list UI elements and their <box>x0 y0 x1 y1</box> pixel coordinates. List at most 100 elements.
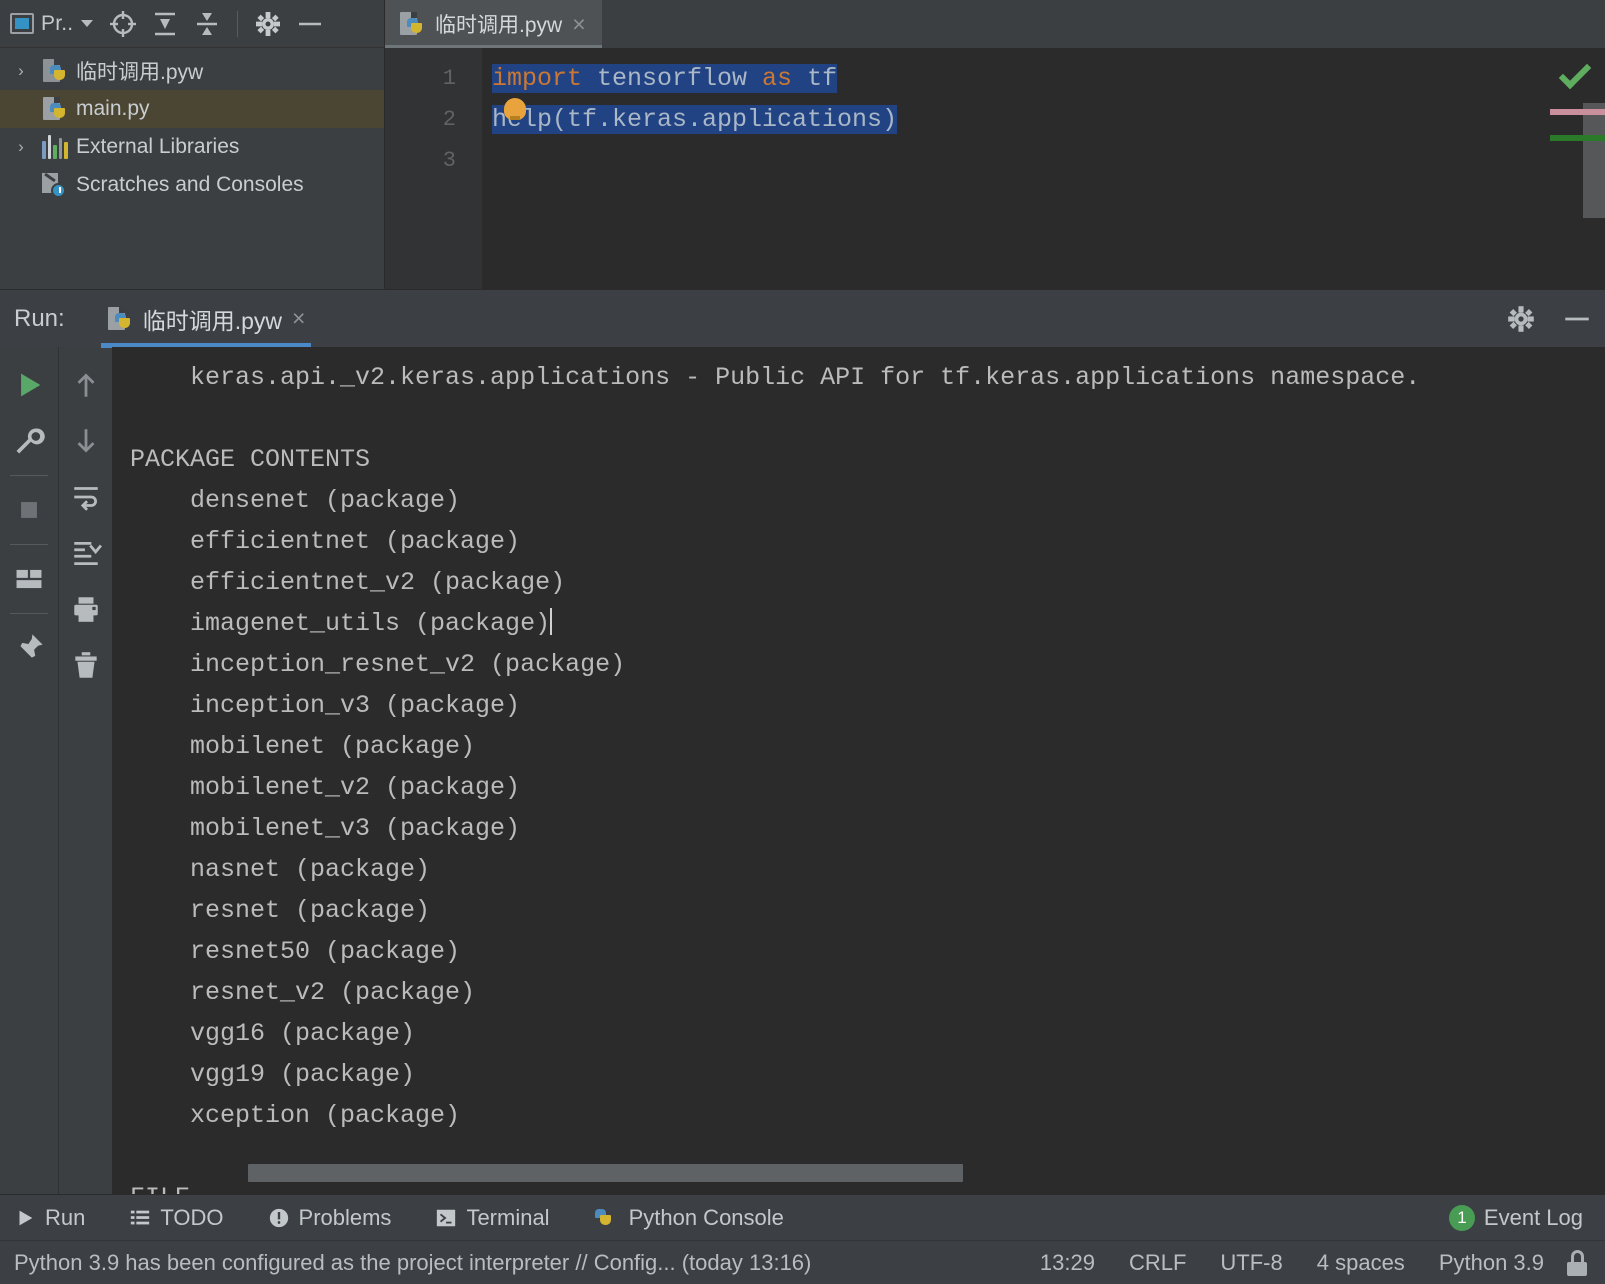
code-line-1[interactable]: import tensorflow as tf <box>482 58 1605 99</box>
expand-all-icon[interactable] <box>145 4 185 44</box>
code-token-text: tensorflow <box>582 64 763 93</box>
toolbar-divider <box>237 10 239 37</box>
line-number: 3 <box>442 148 456 173</box>
code-line-3[interactable] <box>482 140 1605 181</box>
run-console-output[interactable]: keras.api._v2.keras.applications - Publi… <box>112 347 1605 1194</box>
chevron-down-icon[interactable] <box>81 20 94 27</box>
project-tree: › 临时调用.pyw . main.py › External Librarie… <box>0 48 384 204</box>
inspection-status-widget[interactable] <box>1545 48 1605 103</box>
event-log-label: Event Log <box>1483 1204 1583 1230</box>
up-arrow-icon[interactable] <box>59 357 113 413</box>
print-icon[interactable] <box>59 581 113 637</box>
status-line-separator[interactable]: CRLF <box>1112 1250 1203 1276</box>
layout-icon[interactable] <box>2 551 56 607</box>
tree-item-3[interactable]: . Scratches and Consoles <box>0 166 384 204</box>
console-line-with-caret: imagenet_utils (package) <box>122 603 1605 644</box>
chevron-right-icon[interactable]: › <box>8 137 34 157</box>
console-line: vgg19 (package) <box>130 1060 416 1089</box>
tree-item-0[interactable]: › 临时调用.pyw <box>0 52 384 90</box>
gear-icon[interactable] <box>1493 290 1549 348</box>
console-line: xception (package) <box>130 1101 461 1130</box>
tree-indent-spacer: . <box>8 99 34 119</box>
down-arrow-icon[interactable] <box>59 413 113 469</box>
code-editor[interactable]: import tensorflow as tf help(tf.keras.ap… <box>482 48 1605 289</box>
status-caret-position[interactable]: 13:29 <box>1023 1250 1112 1276</box>
intention-bulb-icon[interactable] <box>504 98 526 120</box>
trash-icon[interactable] <box>59 637 113 693</box>
code-token-text: tf <box>792 64 838 93</box>
collapse-all-icon[interactable] <box>187 4 227 44</box>
console-line: resnet50 (package) <box>130 937 461 966</box>
toolbar-separator <box>10 544 48 545</box>
scroll-to-end-icon[interactable] <box>59 525 113 581</box>
console-line: resnet_v2 (package) <box>130 978 476 1007</box>
run-window-body: keras.api._v2.keras.applications - Publi… <box>0 347 1605 1194</box>
pin-icon[interactable] <box>2 620 56 676</box>
tree-item-2[interactable]: › External Libraries <box>0 128 384 166</box>
todo-icon <box>129 1207 151 1229</box>
wrench-icon[interactable] <box>2 413 56 469</box>
tree-item-label: External Libraries <box>76 135 240 158</box>
status-message[interactable]: Python 3.9 has been configured as the pr… <box>14 1250 811 1276</box>
status-interpreter[interactable]: Python 3.9 <box>1422 1250 1561 1276</box>
external-libraries-icon <box>42 135 68 159</box>
line-number: 2 <box>442 107 456 132</box>
editor-line-number-gutter: 1 2 3 <box>385 48 482 289</box>
python-file-icon <box>399 11 425 37</box>
tree-item-1[interactable]: . main.py <box>0 90 384 128</box>
chevron-right-icon[interactable]: › <box>8 61 34 81</box>
code-token-keyword: import <box>492 64 583 93</box>
project-title-button[interactable]: Pr.. <box>10 12 94 36</box>
minimize-icon[interactable] <box>290 4 330 44</box>
close-icon[interactable]: × <box>292 305 305 332</box>
stop-icon[interactable] <box>2 482 56 538</box>
toolwindow-button-problems[interactable]: Problems <box>246 1195 414 1241</box>
editor-tabs-empty <box>601 0 1605 48</box>
console-line: densenet (package) <box>130 486 461 515</box>
rerun-icon[interactable] <box>2 357 56 413</box>
console-line: efficientnet (package) <box>130 527 521 556</box>
run-tool-window: Run: 临时调用.pyw × keras.api._v2.keras.appl… <box>0 289 1605 1194</box>
close-icon[interactable]: × <box>572 12 585 36</box>
run-window-header: Run: 临时调用.pyw × <box>0 289 1605 348</box>
toolwindow-button-todo[interactable]: TODO <box>107 1195 245 1241</box>
console-line: inception_resnet_v2 (package) <box>130 650 626 679</box>
horizontal-scrollbar[interactable] <box>248 1164 963 1182</box>
event-log-button[interactable]: 1 Event Log <box>1427 1195 1605 1241</box>
toolwindow-label: Problems <box>298 1204 392 1230</box>
console-line: nasnet (package) <box>130 855 431 884</box>
python-folder-icon <box>42 58 68 84</box>
toolwindow-button-run[interactable]: Run <box>0 1195 107 1241</box>
toolwindow-label: Python Console <box>628 1204 784 1230</box>
warning-marker[interactable] <box>1550 109 1605 115</box>
toolwindow-button-python-console[interactable]: Python Console <box>572 1195 806 1241</box>
info-marker[interactable] <box>1550 135 1605 141</box>
toolbar-separator <box>10 613 48 614</box>
status-encoding[interactable]: UTF-8 <box>1203 1250 1299 1276</box>
editor-tab-active[interactable]: 临时调用.pyw × <box>385 0 602 48</box>
toolwindow-button-terminal[interactable]: Terminal <box>413 1195 571 1241</box>
project-window-icon <box>10 13 34 34</box>
unlocked-icon[interactable] <box>1567 1249 1589 1276</box>
soft-wrap-icon[interactable] <box>59 469 113 525</box>
problems-icon <box>268 1207 290 1229</box>
top-area: Pr.. › 临时调用.pyw main.py › External Libra… <box>0 0 1605 289</box>
console-line: vgg16 (package) <box>130 1019 416 1048</box>
project-tool-window: Pr.. › 临时调用.pyw main.py › External Libra… <box>0 0 385 289</box>
code-line-2[interactable]: help(tf.keras.applications) <box>482 99 1605 140</box>
project-panel-header: Pr.. <box>0 0 384 48</box>
run-window-label: Run: <box>14 304 65 332</box>
marker-track[interactable] <box>1550 103 1605 218</box>
run-tab-active[interactable]: 临时调用.pyw × <box>95 290 318 348</box>
locate-icon[interactable] <box>103 4 143 44</box>
gear-icon[interactable] <box>248 4 288 44</box>
terminal-icon <box>435 1207 457 1229</box>
console-line: inception_v3 (package) <box>130 691 521 720</box>
console-line: resnet (package) <box>130 896 431 925</box>
editor-area: 临时调用.pyw × 1 2 3 import tensorflow as tf… <box>385 0 1605 289</box>
python-file-icon <box>42 96 68 122</box>
minimize-icon[interactable] <box>1549 290 1605 348</box>
toolwindow-label: TODO <box>160 1204 224 1230</box>
status-indent[interactable]: 4 spaces <box>1300 1250 1422 1276</box>
